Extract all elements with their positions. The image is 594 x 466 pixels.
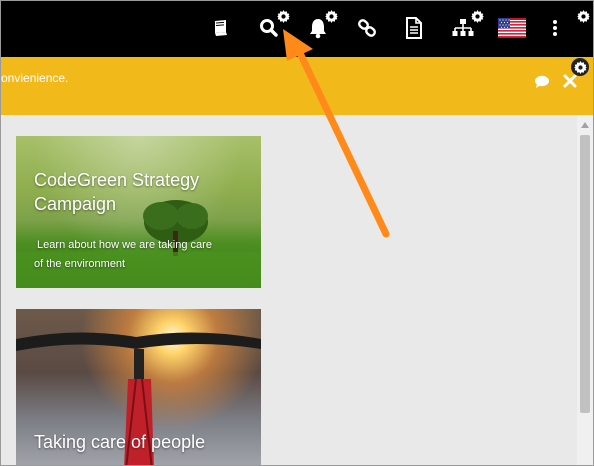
card-title: Taking care of people: [34, 432, 206, 452]
more-vertical-icon[interactable]: [547, 15, 563, 41]
banner-text: onvienience.: [1, 71, 69, 85]
scroll-up-arrow[interactable]: [577, 119, 593, 131]
app-window: onvienience. CodeGreen Strategy Campaign…: [0, 0, 594, 466]
gear-icon[interactable]: [576, 9, 590, 23]
notification-banner: onvienience.: [1, 57, 593, 115]
people-card[interactable]: Taking care of people: [16, 309, 261, 465]
gear-icon[interactable]: [470, 9, 484, 23]
vertical-scrollbar[interactable]: [577, 115, 593, 465]
link-icon[interactable]: [354, 15, 380, 41]
gear-icon[interactable]: [571, 58, 589, 76]
gear-icon[interactable]: [276, 9, 290, 23]
top-toolbar: [1, 1, 593, 57]
scrollbar-thumb[interactable]: [580, 135, 590, 413]
chat-icon[interactable]: [534, 75, 550, 94]
campaign-card[interactable]: CodeGreen Strategy Campaign Learn about …: [16, 136, 261, 288]
document-icon[interactable]: [401, 15, 427, 41]
card-description: Learn about how we are taking care of th…: [34, 239, 212, 270]
us-flag-icon[interactable]: [497, 15, 527, 41]
close-icon[interactable]: [562, 73, 578, 94]
card-title: CodeGreen Strategy Campaign: [34, 170, 200, 214]
content-area: CodeGreen Strategy Campaign Learn about …: [1, 115, 577, 465]
book-icon[interactable]: [208, 15, 234, 41]
gear-icon[interactable]: [324, 9, 338, 23]
